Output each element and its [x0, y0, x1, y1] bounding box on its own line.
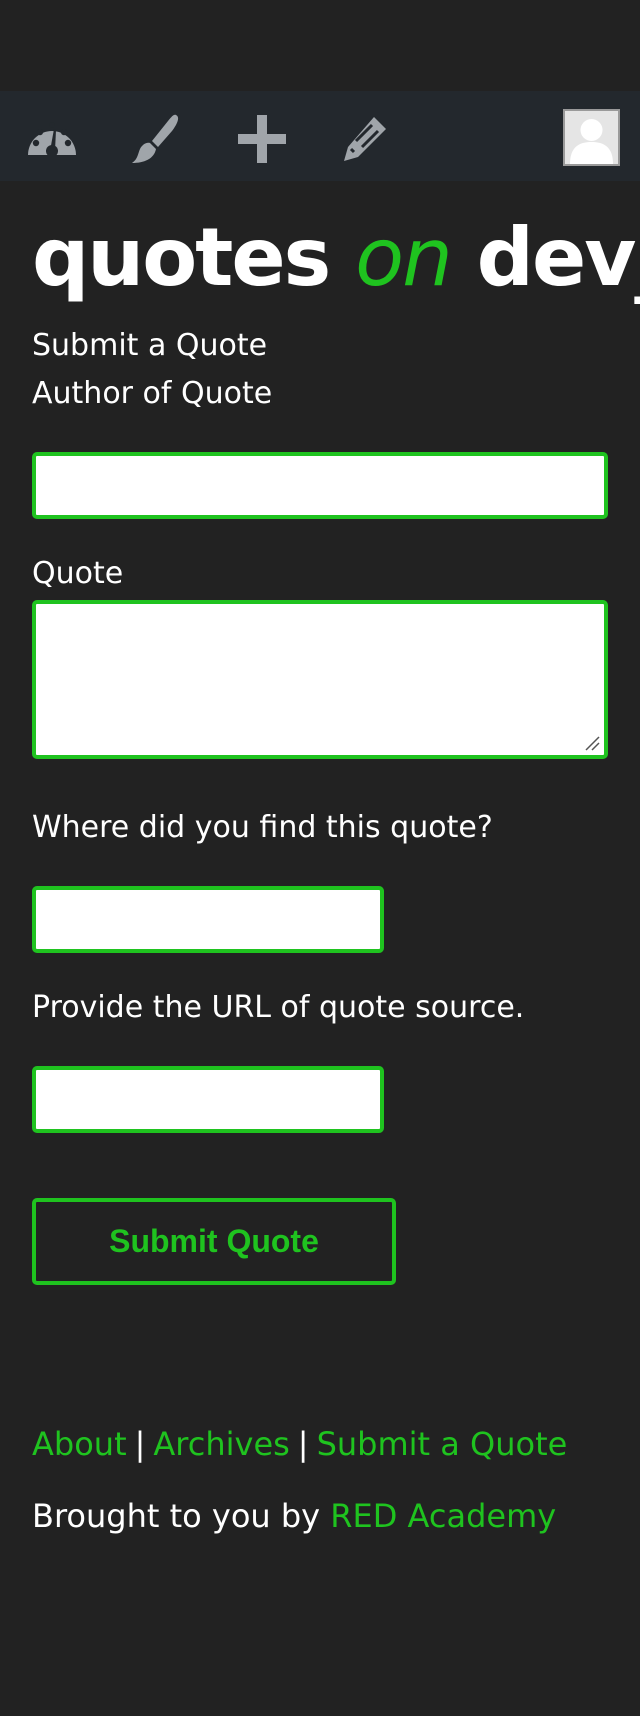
submit-quote-button[interactable]: Submit Quote: [32, 1198, 396, 1285]
source-input[interactable]: [32, 886, 384, 953]
source-label: Where did you find this quote?: [32, 810, 493, 845]
footer-link-archives[interactable]: Archives: [153, 1425, 289, 1463]
add-new-plus-icon[interactable]: [234, 111, 290, 167]
footer-credit: Brought to you by RED Academy: [32, 1494, 556, 1538]
footer-link-about[interactable]: About: [32, 1425, 127, 1463]
site-title-dev: dev_: [476, 211, 640, 304]
dashboard-icon[interactable]: [24, 111, 80, 167]
footer-link-submit-quote[interactable]: Submit a Quote: [317, 1425, 568, 1463]
site-title[interactable]: quotes on dev_: [32, 208, 640, 308]
customize-brush-icon[interactable]: [128, 111, 184, 167]
author-label: Author of Quote: [32, 376, 273, 411]
footer-nav: About | Archives | Submit a Quote: [32, 1422, 567, 1466]
resize-handle-icon[interactable]: [584, 735, 600, 751]
form-heading: Submit a Quote: [32, 328, 268, 363]
site-title-quotes: quotes: [32, 211, 331, 304]
footer-separator: |: [134, 1425, 146, 1463]
site-title-on: on: [355, 211, 453, 304]
user-avatar-icon[interactable]: [563, 109, 620, 166]
quote-textarea[interactable]: [32, 600, 608, 759]
quote-label: Quote: [32, 556, 124, 591]
url-label: Provide the URL of quote source.: [32, 990, 525, 1025]
edit-pencil-icon[interactable]: [336, 111, 392, 167]
footer-separator: |: [297, 1425, 309, 1463]
url-input[interactable]: [32, 1066, 384, 1133]
credit-prefix: Brought to you by: [32, 1497, 321, 1535]
admin-bar: [0, 91, 640, 181]
author-input[interactable]: [32, 452, 608, 519]
red-academy-link[interactable]: RED Academy: [330, 1497, 556, 1535]
